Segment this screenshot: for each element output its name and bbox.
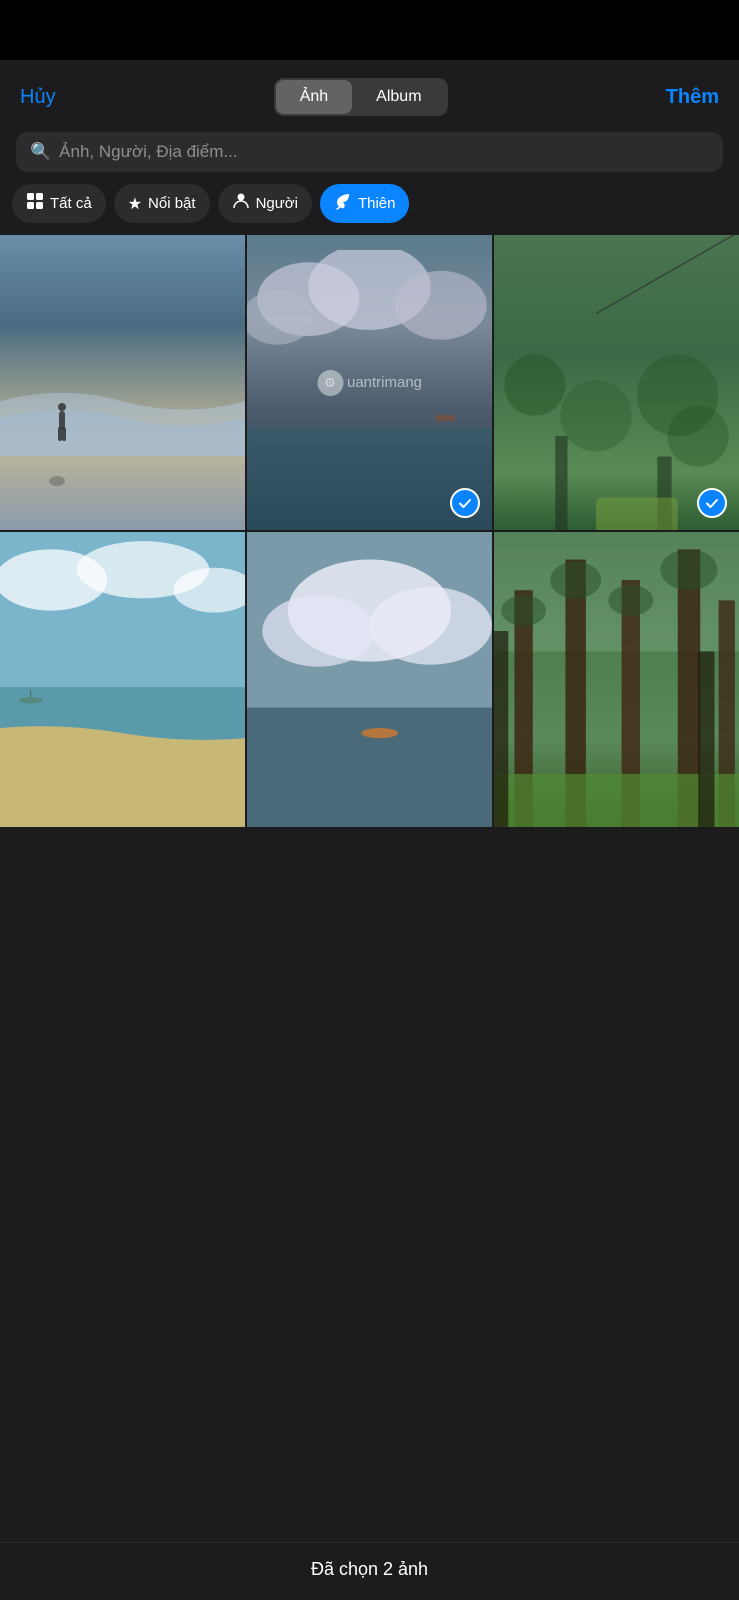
star-icon: ★ <box>128 194 142 214</box>
person-icon <box>232 192 250 215</box>
photo-6[interactable] <box>494 532 739 827</box>
photo-4[interactable] <box>0 532 245 827</box>
check-badge-3 <box>697 488 727 518</box>
header: Hủy Ảnh Album Thêm <box>0 60 739 128</box>
filter-nature-label: Thiên <box>358 195 396 212</box>
search-icon: 🔍 <box>30 142 51 162</box>
tab-album[interactable]: Album <box>352 80 445 114</box>
filter-people-label: Người <box>256 195 298 212</box>
cancel-button[interactable]: Hủy <box>20 86 56 109</box>
search-bar[interactable]: 🔍 Ảnh, Người, Địa điểm... <box>16 132 723 172</box>
photo-row-2 <box>0 532 739 827</box>
photo-5[interactable] <box>247 532 492 827</box>
check-badge-2 <box>450 488 480 518</box>
filter-all-label: Tất cả <box>50 195 92 212</box>
filter-nature[interactable]: Thiên <box>320 184 410 223</box>
segment-control: Ảnh Album <box>274 78 448 116</box>
add-button[interactable]: Thêm <box>666 86 719 109</box>
photo-1[interactable] <box>0 235 245 530</box>
bottom-bar: Đã chọn 2 ảnh <box>0 1542 739 1600</box>
grid-icon <box>26 192 44 215</box>
photo-3[interactable] <box>494 235 739 530</box>
photo-2[interactable]: ⚙ uantrimang <box>247 235 492 530</box>
tab-photo[interactable]: Ảnh <box>276 80 352 114</box>
photo-row-1: ⚙ uantrimang <box>0 235 739 530</box>
search-placeholder: Ảnh, Người, Địa điểm... <box>59 142 237 162</box>
filter-all[interactable]: Tất cả <box>12 184 106 223</box>
leaf-icon <box>334 192 352 215</box>
filter-featured-label: Nổi bật <box>148 195 196 212</box>
selected-count-label: Đã chọn 2 ảnh <box>311 1559 428 1579</box>
filter-tabs: Tất cả ★ Nổi bật Người Thiên <box>0 184 739 235</box>
filter-people[interactable]: Người <box>218 184 312 223</box>
photo-grid: ⚙ uantrimang <box>0 235 739 1542</box>
filter-featured[interactable]: ★ Nổi bật <box>114 184 210 223</box>
